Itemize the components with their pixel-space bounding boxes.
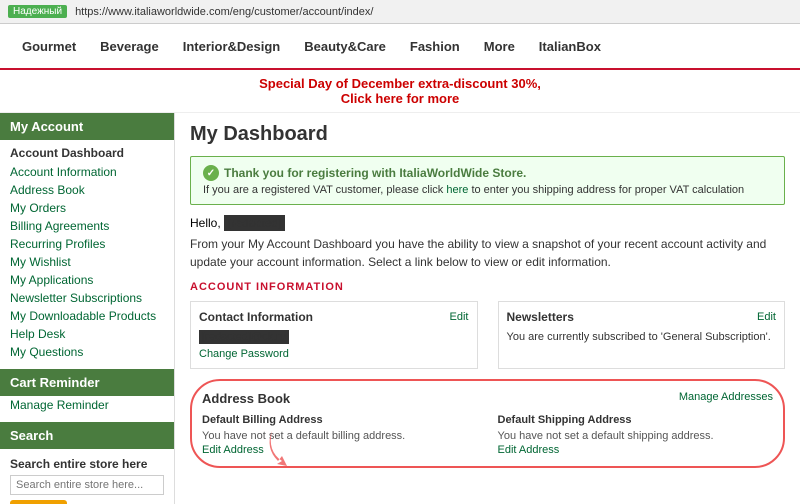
nav-beauty-care[interactable]: Beauty&Care	[292, 24, 398, 68]
newsletters-edit-link[interactable]: Edit	[757, 311, 776, 323]
url-bar: https://www.italiaworldwide.com/eng/cust…	[75, 6, 373, 18]
contact-info-title: Contact Information	[199, 310, 313, 324]
search-button[interactable]: Search	[10, 500, 67, 504]
search-label: Search entire store here	[0, 453, 174, 473]
sidebar-help-desk[interactable]: Help Desk	[0, 325, 174, 343]
account-info-header: ACCOUNT INFORMATION	[190, 281, 785, 293]
sidebar-my-orders[interactable]: My Orders	[0, 199, 174, 217]
arrow-annotation	[262, 426, 312, 471]
sidebar-newsletter-subscriptions[interactable]: Newsletter Subscriptions	[0, 289, 174, 307]
info-columns: Contact Information Edit [redacted]@ck.r…	[190, 301, 785, 369]
shipping-address-col: Default Shipping Address You have not se…	[498, 414, 774, 456]
account-dashboard-label: Account Dashboard	[0, 140, 174, 163]
hello-prefix: Hello,	[190, 216, 221, 230]
banner-link[interactable]: Special Day of December extra-discount 3…	[259, 76, 541, 106]
billing-address-title: Default Billing Address	[202, 414, 478, 426]
search-title: Search	[0, 422, 174, 449]
browser-bar: Надежный https://www.italiaworldwide.com…	[0, 0, 800, 24]
shipping-address-text: You have not set a default shipping addr…	[498, 430, 774, 442]
sidebar-my-questions[interactable]: My Questions	[0, 343, 174, 361]
contact-info-header: Contact Information Edit	[199, 310, 469, 324]
billing-address-text: You have not set a default billing addre…	[202, 430, 478, 442]
contact-info-col: Contact Information Edit [redacted]@ck.r…	[190, 301, 478, 369]
nav-beverage[interactable]: Beverage	[88, 24, 171, 68]
dashboard-description: From your My Account Dashboard you have …	[190, 235, 785, 271]
billing-edit-address-link[interactable]: Edit Address	[202, 444, 264, 456]
check-icon: ✓	[203, 165, 219, 181]
contact-edit-link[interactable]: Edit	[450, 311, 469, 323]
nav-fashion[interactable]: Fashion	[398, 24, 472, 68]
contact-email: [redacted]@ck.ru	[199, 330, 289, 344]
success-box: ✓ Thank you for registering with ItaliaW…	[190, 156, 785, 205]
sidebar-my-applications[interactable]: My Applications	[0, 271, 174, 289]
hello-section: Hello, [redacted] From your My Account D…	[190, 215, 785, 271]
banner: Special Day of December extra-discount 3…	[0, 70, 800, 113]
sidebar-account-info[interactable]: Account Information	[0, 163, 174, 181]
newsletters-title: Newsletters	[507, 310, 574, 324]
account-info-section: ACCOUNT INFORMATION Contact Information …	[190, 281, 785, 369]
cart-reminder-title: Cart Reminder	[0, 369, 174, 396]
search-input[interactable]	[10, 475, 164, 495]
content-area: My Dashboard ✓ Thank you for registering…	[175, 113, 800, 504]
sidebar-recurring-profiles[interactable]: Recurring Profiles	[0, 235, 174, 253]
hello-name: [redacted]	[224, 215, 285, 231]
nav-interior-design[interactable]: Interior&Design	[171, 24, 293, 68]
newsletters-col: Newsletters Edit You are currently subsc…	[498, 301, 786, 369]
search-section: Search entire store here Search Advanced…	[0, 453, 174, 504]
newsletters-header: Newsletters Edit	[507, 310, 777, 324]
success-title: ✓ Thank you for registering with ItaliaW…	[203, 165, 772, 181]
sidebar-billing-agreements[interactable]: Billing Agreements	[0, 217, 174, 235]
sidebar-downloadable-products[interactable]: My Downloadable Products	[0, 307, 174, 325]
shipping-address-title: Default Shipping Address	[498, 414, 774, 426]
success-body: If you are a registered VAT customer, pl…	[203, 184, 772, 196]
sidebar-my-wishlist[interactable]: My Wishlist	[0, 253, 174, 271]
sidebar: My Account Account Dashboard Account Inf…	[0, 113, 175, 504]
nav-gourmet[interactable]: Gourmet	[10, 24, 88, 68]
main-layout: My Account Account Dashboard Account Inf…	[0, 113, 800, 504]
nav-italianbox[interactable]: ItalianBox	[527, 24, 613, 68]
my-account-title: My Account	[0, 113, 174, 140]
sidebar-address-book[interactable]: Address Book	[0, 181, 174, 199]
top-nav: Gourmet Beverage Interior&Design Beauty&…	[0, 24, 800, 70]
change-password-link[interactable]: Change Password	[199, 348, 289, 360]
manage-addresses-link[interactable]: Manage Addresses	[679, 391, 773, 403]
vat-link[interactable]: here	[446, 184, 468, 196]
newsletters-status: You are currently subscribed to 'General…	[507, 329, 777, 346]
page-title: My Dashboard	[190, 123, 785, 146]
nav-more[interactable]: More	[472, 24, 527, 68]
billing-address-col: Default Billing Address You have not set…	[202, 414, 478, 456]
sidebar-manage-reminder[interactable]: Manage Reminder	[0, 396, 174, 414]
security-badge: Надежный	[8, 5, 67, 18]
address-book-section: Address Book Manage Addresses Default Bi…	[190, 379, 785, 468]
shipping-edit-address-link[interactable]: Edit Address	[498, 444, 560, 456]
